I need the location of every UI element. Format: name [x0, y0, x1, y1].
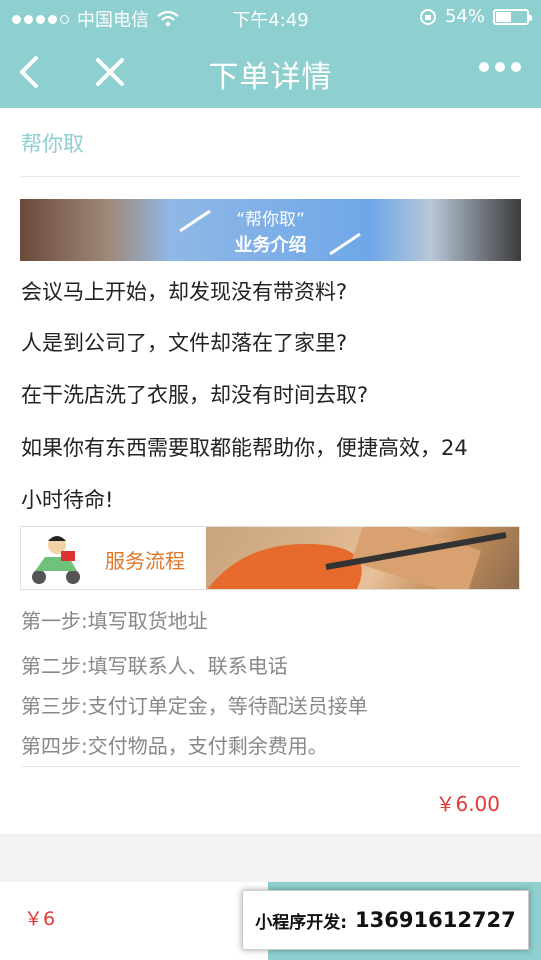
total-price: ￥6 — [24, 908, 56, 930]
page-title: 下单详情 — [208, 60, 333, 95]
intro-line: 如果你有东西需要取都能帮助你，便捷高效，24 — [21, 436, 468, 460]
intro-line: 人是到公司了，文件却落在了家里? — [21, 331, 348, 355]
nav-bar: 下单详情 — [0, 36, 541, 108]
divider — [21, 766, 520, 767]
process-step: 第三步:支付订单定金，等待配送员接单 — [21, 694, 368, 718]
divider — [21, 176, 520, 177]
battery-icon — [493, 8, 532, 25]
service-name: 帮你取 — [21, 132, 84, 156]
status-bar: 中国电信 下午4:49 54% — [0, 0, 541, 36]
rotation-lock-icon — [419, 8, 436, 25]
promo-label: 小程序开发: — [255, 912, 348, 933]
workspace-photo — [206, 527, 519, 589]
banner-subtitle: 业务介绍 — [234, 235, 307, 256]
service-process-banner: 服务流程 — [20, 526, 520, 590]
delivery-scooter-icon — [32, 536, 80, 584]
more-menu-icon[interactable] — [479, 62, 521, 72]
process-step: 第二步:填写联系人、联系电话 — [21, 654, 288, 678]
service-intro-banner: “帮你取” 业务介绍 — [20, 199, 521, 261]
battery-percent: 54% — [444, 6, 485, 27]
process-step: 第一步:填写取货地址 — [21, 609, 208, 633]
process-step: 第四步:交付物品，支付剩余费用。 — [21, 734, 328, 758]
bottom-bar: ￥6 小程序开发: 13691612727 — [0, 882, 541, 960]
intro-line: 在干洗店洗了衣服，却没有时间去取? — [21, 383, 369, 407]
process-label: 服务流程 — [105, 549, 185, 573]
status-right: 54% — [419, 6, 532, 27]
order-price: ￥6.00 — [435, 792, 500, 816]
promo-phone: 13691612727 — [355, 908, 516, 932]
developer-promo-overlay: 小程序开发: 13691612727 — [242, 890, 529, 950]
order-detail-card: 帮你取 “帮你取” 业务介绍 会议马上开始，却发现没有带资料? 人是到公司了，文… — [0, 108, 541, 834]
intro-line: 小时待命! — [21, 488, 114, 512]
banner-title: “帮你取” — [236, 210, 305, 230]
intro-line: 会议马上开始，却发现没有带资料? — [21, 280, 348, 304]
